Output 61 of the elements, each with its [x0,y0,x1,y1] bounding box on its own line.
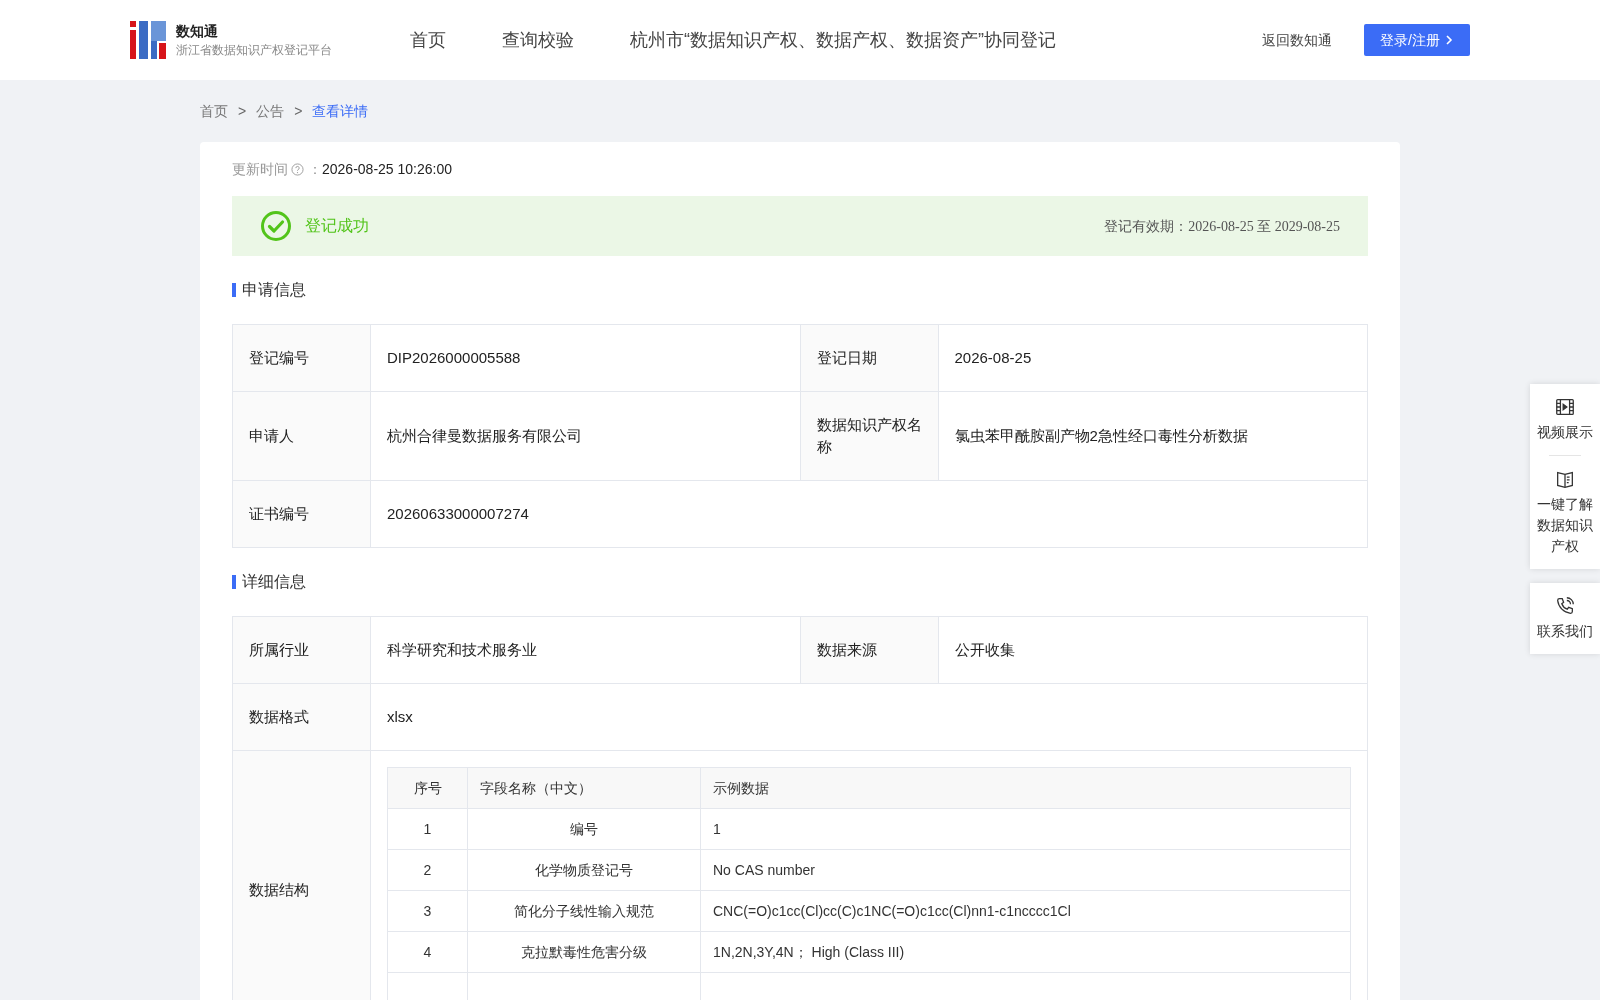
side-panel-link[interactable]: 一键了解数据知识产权 [1536,468,1594,557]
nav-link[interactable]: 首页 [410,26,446,54]
column-header: 序号 [387,767,468,809]
field-label: 数据来源 [800,616,938,684]
table-cell: 克拉默毒性危害分级 [467,931,701,973]
table-cell: 4 [387,931,468,973]
field-value: 2026-08-25 [938,324,1368,392]
chevron-right-icon [1444,35,1454,45]
nav-link[interactable]: 杭州市“数据知识产权、数据产权、数据资产”协同登记 [630,26,1056,54]
breadcrumb-link[interactable]: 查看详情 [312,100,369,122]
breadcrumb-separator: > [238,101,247,121]
section-marker [232,575,236,589]
table-cell: 2 [387,849,468,891]
breadcrumb-link[interactable]: 首页 [200,100,228,122]
breadcrumb-link[interactable]: 公告 [256,100,285,122]
logo-icon [130,21,166,59]
field-label: 数据结构 [232,750,371,1000]
field-label: 数据知识产权名称 [800,391,938,481]
field-label: 登记编号 [232,324,371,392]
table-cell: 编号 [467,808,701,850]
side-panel-link[interactable]: 联系我们 [1530,583,1600,654]
table-cell: 1 [387,808,468,850]
field-value: 氯虫苯甲酰胺副产物2急性经口毒性分析数据 [938,391,1368,481]
validity-text: 登记有效期：2026-08-25 至 2029-08-25 [1104,217,1340,236]
table-cell: 3 [387,890,468,932]
help-icon [291,162,304,176]
update-label: 更新时间 [232,159,288,179]
table-cell: 1N,2N,3Y,4N； High (Class III) [700,931,1351,973]
column-header: 示例数据 [700,767,1351,809]
table-cell: 化学物质登记号 [467,849,701,891]
field-value: 公开收集 [938,616,1368,684]
field-label: 登记日期 [800,324,938,392]
film-icon [1554,396,1576,418]
field-value: 20260633000007274 [370,480,1368,548]
field-value: 杭州合律曼数据服务有限公司 [370,391,800,481]
column-header: 字段名称（中文） [467,767,701,809]
phone-icon [1554,595,1576,617]
table-cell: No CAS number [700,849,1351,891]
field-label: 所属行业 [232,616,371,684]
back-link[interactable]: 返回数知通 [1262,29,1333,51]
field-label: 申请人 [232,391,371,481]
field-label: 数据格式 [232,683,371,751]
login-button[interactable]: 登录/注册 [1364,24,1470,56]
status-text: 登记成功 [305,216,369,236]
field-value: 科学研究和技术服务业 [370,616,800,684]
field-label: 证书编号 [232,480,371,548]
breadcrumb-separator: > [294,101,303,121]
update-separator: ： [308,159,322,179]
section-title: 申请信息 [242,280,306,300]
check-circle-icon [260,210,292,242]
logo-title: 数知通 [176,22,219,41]
field-value: DIP2026000005588 [370,324,800,392]
update-time: 2026-08-25 10:26:00 [322,159,452,179]
table-cell: 简化分子线性输入规范 [467,890,701,932]
table-cell: CNC(=O)c1cc(Cl)cc(C)c1NC(=O)c1cc(Cl)nn1-c1ncccc1Cl [700,890,1351,932]
side-panel-link[interactable]: 视频展示 [1536,396,1594,443]
nav-link[interactable]: 查询校验 [502,26,574,54]
table-cell: 1 [700,808,1351,850]
section-marker [232,283,236,297]
logo-subtitle: 浙江省数据知识产权登记平台 [176,42,332,59]
section-title: 详细信息 [242,572,306,592]
